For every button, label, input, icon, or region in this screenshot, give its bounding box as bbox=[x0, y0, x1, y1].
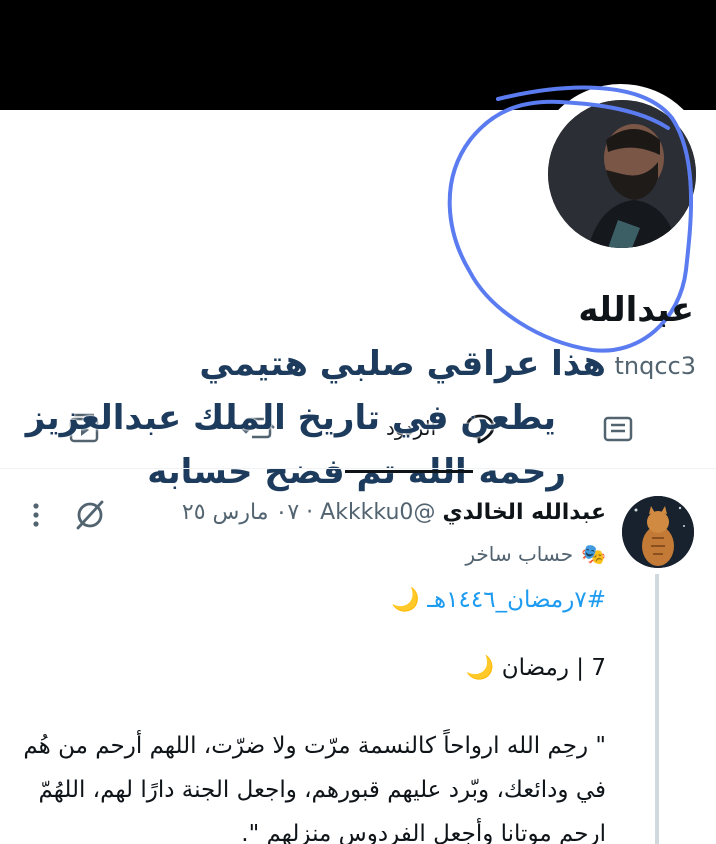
posts-icon bbox=[603, 416, 633, 442]
day-line-text: 7 | رمضان bbox=[501, 655, 606, 681]
tweet-body: " رحِم الله ارواحاً كالنسمة مرّت ولا ضرّ… bbox=[23, 733, 606, 844]
tab-posts[interactable] bbox=[600, 410, 636, 446]
tweet-date-separator: · bbox=[306, 500, 314, 525]
grok-icon[interactable] bbox=[70, 498, 110, 532]
hashtag-link[interactable]: #٧رمضان_١٤٤٦هـ bbox=[427, 587, 606, 613]
crescent-moon-icon: 🌙 bbox=[391, 587, 420, 613]
more-options-icon[interactable] bbox=[24, 500, 48, 530]
tweet-author-handle[interactable]: @Akkkku0 bbox=[320, 500, 435, 525]
tweet-date[interactable]: ٠٧ مارس ٢٥ bbox=[182, 500, 299, 525]
overlay-caption-line-1: هذا عراقي صلبي هتيمي bbox=[199, 344, 606, 384]
parody-account-label: 🎭 حساب ساخر bbox=[465, 542, 606, 566]
strike-line bbox=[345, 470, 473, 473]
profile-display-name: عبدالله bbox=[578, 290, 694, 330]
crescent-moon-icon: 🌙 bbox=[465, 655, 495, 681]
tweet-day-line: 7 | رمضان 🌙 bbox=[466, 654, 606, 681]
profile-avatar[interactable] bbox=[548, 100, 696, 248]
tweet-author-avatar[interactable] bbox=[622, 496, 694, 568]
profile-avatar-image bbox=[548, 100, 696, 248]
profile-handle: tnqcc3 bbox=[614, 352, 696, 380]
thread-connector bbox=[655, 574, 659, 844]
theater-mask-icon: 🎭 bbox=[581, 542, 606, 566]
parody-label-text: حساب ساخر bbox=[465, 542, 574, 566]
overlay-caption-line-2: يطعن في تاريخ الملك عبدالعزيز bbox=[25, 398, 556, 438]
tweet-header: عبدالله الخالدي @Akkkku0 · ٠٧ مارس ٢٥ bbox=[182, 500, 606, 525]
tweet-avatar-image bbox=[622, 496, 694, 568]
divider bbox=[0, 468, 716, 469]
tweet-hashtag-line: #٧رمضان_١٤٤٦هـ 🌙 bbox=[391, 586, 606, 613]
tweet-author-name[interactable]: عبدالله الخالدي bbox=[442, 500, 606, 525]
